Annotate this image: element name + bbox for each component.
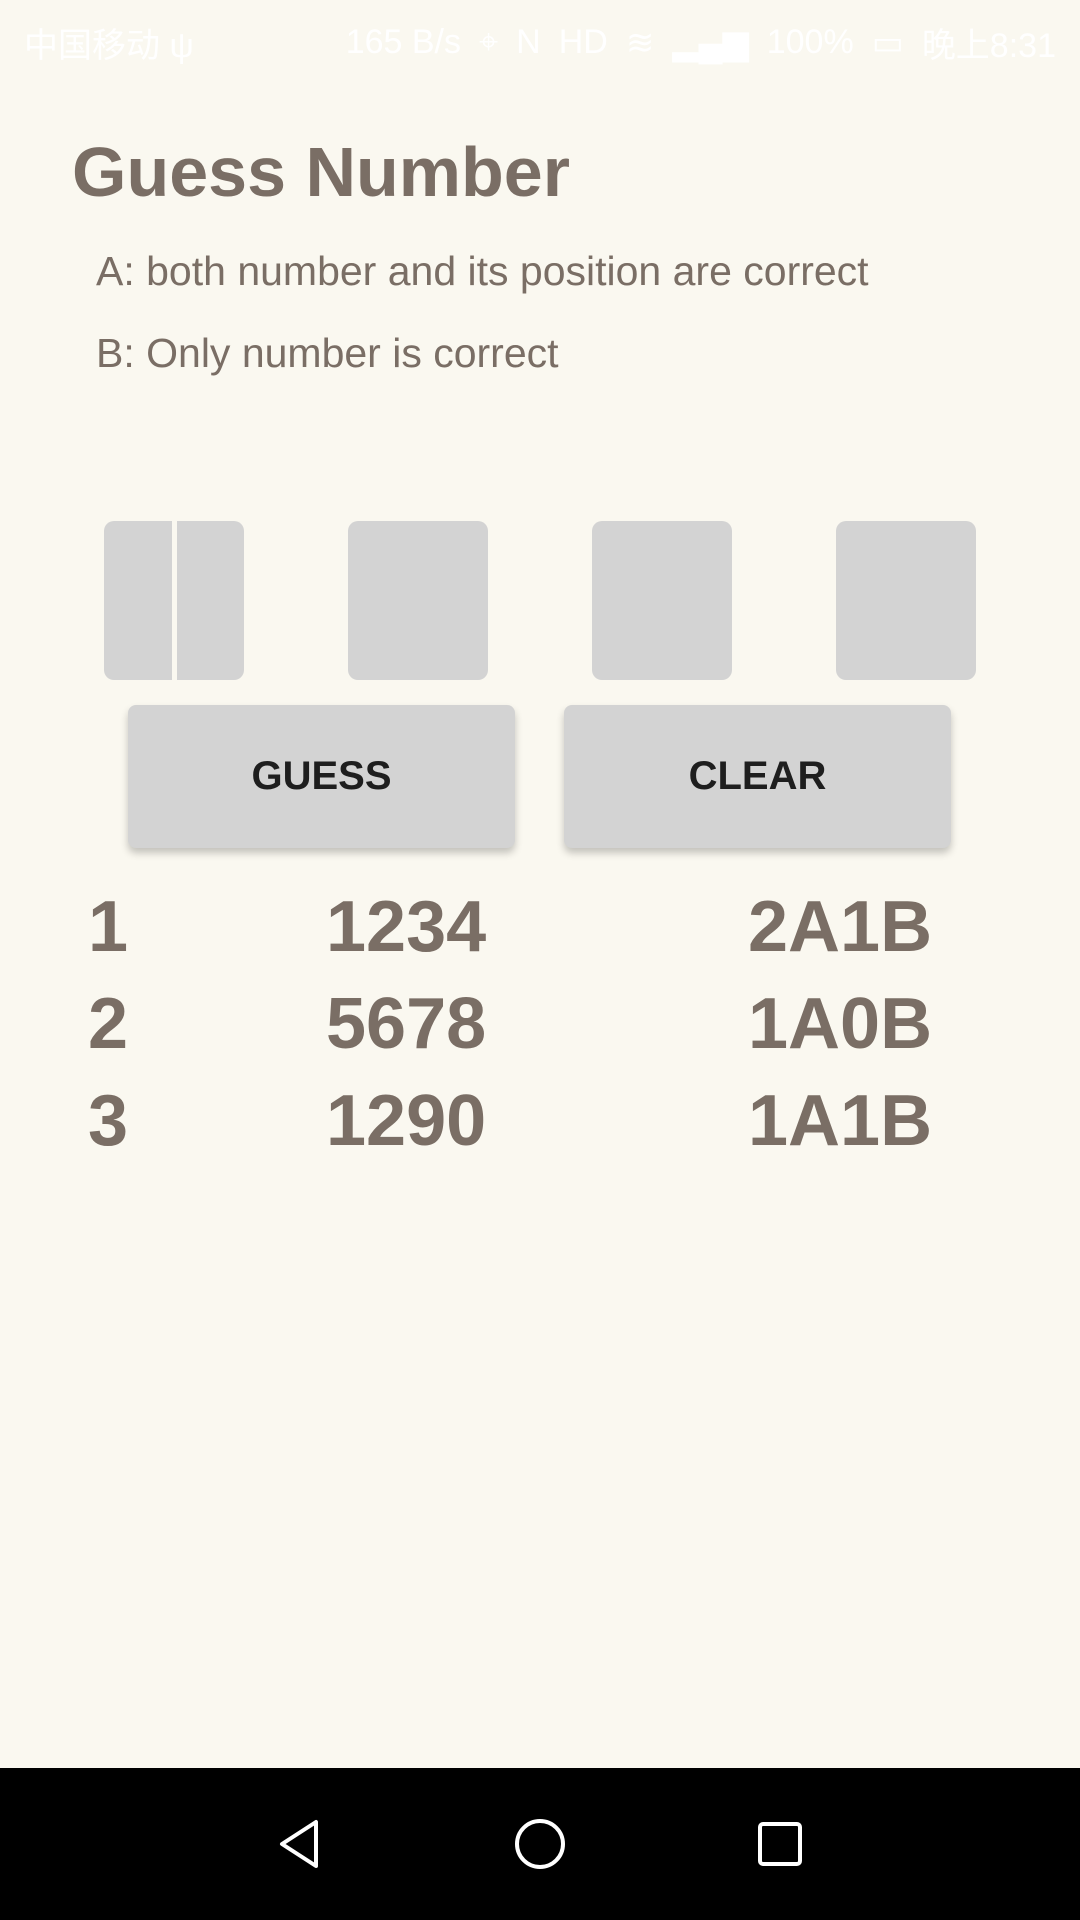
guess-history: 1 1234 2A1B 2 5678 1A0B 3 1290 1A1B — [0, 880, 1080, 1171]
guess-result: 2A1B — [748, 887, 933, 967]
guess-button[interactable]: GUESS — [128, 705, 515, 848]
carrier-label: 中国移动 ψ — [24, 27, 194, 65]
status-icons: 165 B/s ⌖ N HD ≋ ▂▄▆ 100% ▭ 晚上8:31 — [346, 18, 1056, 67]
guessed-number: 1234 — [326, 887, 487, 967]
history-row: 1 1234 2A1B — [0, 880, 1080, 977]
history-row: 3 1290 1A1B — [0, 1074, 1080, 1171]
signal-icon: ▂▄▆ — [672, 23, 749, 62]
home-icon[interactable] — [510, 1814, 570, 1874]
rule-a-text: A: both number and its position are corr… — [96, 248, 869, 294]
location-icon: ⌖ — [479, 23, 499, 61]
guessed-number: 5678 — [326, 984, 487, 1064]
battery-icon: ▭ — [871, 23, 904, 62]
recents-icon[interactable] — [750, 1814, 810, 1874]
status-bar: 中国移动 ψ 165 B/s ⌖ N HD ≋ ▂▄▆ 100% ▭ 晚上8:3… — [0, 0, 1080, 74]
digit-input-2[interactable] — [348, 521, 488, 680]
nfc-icon: N — [516, 23, 541, 61]
wifi-icon: ≋ — [625, 23, 655, 62]
clear-button[interactable]: CLEAR — [564, 705, 951, 848]
digit-input-3[interactable] — [592, 521, 732, 680]
battery-percent: 100% — [766, 23, 854, 61]
hd-icon: HD — [558, 23, 608, 61]
network-speed: 165 B/s — [345, 23, 461, 61]
history-row: 2 5678 1A0B — [0, 977, 1080, 1074]
page-title: Guess Number — [72, 133, 570, 211]
rule-b-text: B: Only number is correct — [96, 330, 559, 376]
guess-result: 1A0B — [748, 984, 933, 1064]
digit-input-1[interactable] — [104, 521, 244, 680]
attempt-index: 3 — [88, 1081, 129, 1161]
guessed-number: 1290 — [326, 1081, 487, 1161]
attempt-index: 1 — [88, 887, 129, 967]
navigation-bar — [0, 1768, 1080, 1920]
digit-input-4[interactable] — [836, 521, 976, 680]
attempt-index: 2 — [88, 984, 129, 1064]
guess-result: 1A1B — [748, 1081, 933, 1161]
back-icon[interactable] — [270, 1814, 330, 1874]
text-cursor — [172, 521, 177, 680]
clock: 晚上8:31 — [921, 27, 1056, 65]
